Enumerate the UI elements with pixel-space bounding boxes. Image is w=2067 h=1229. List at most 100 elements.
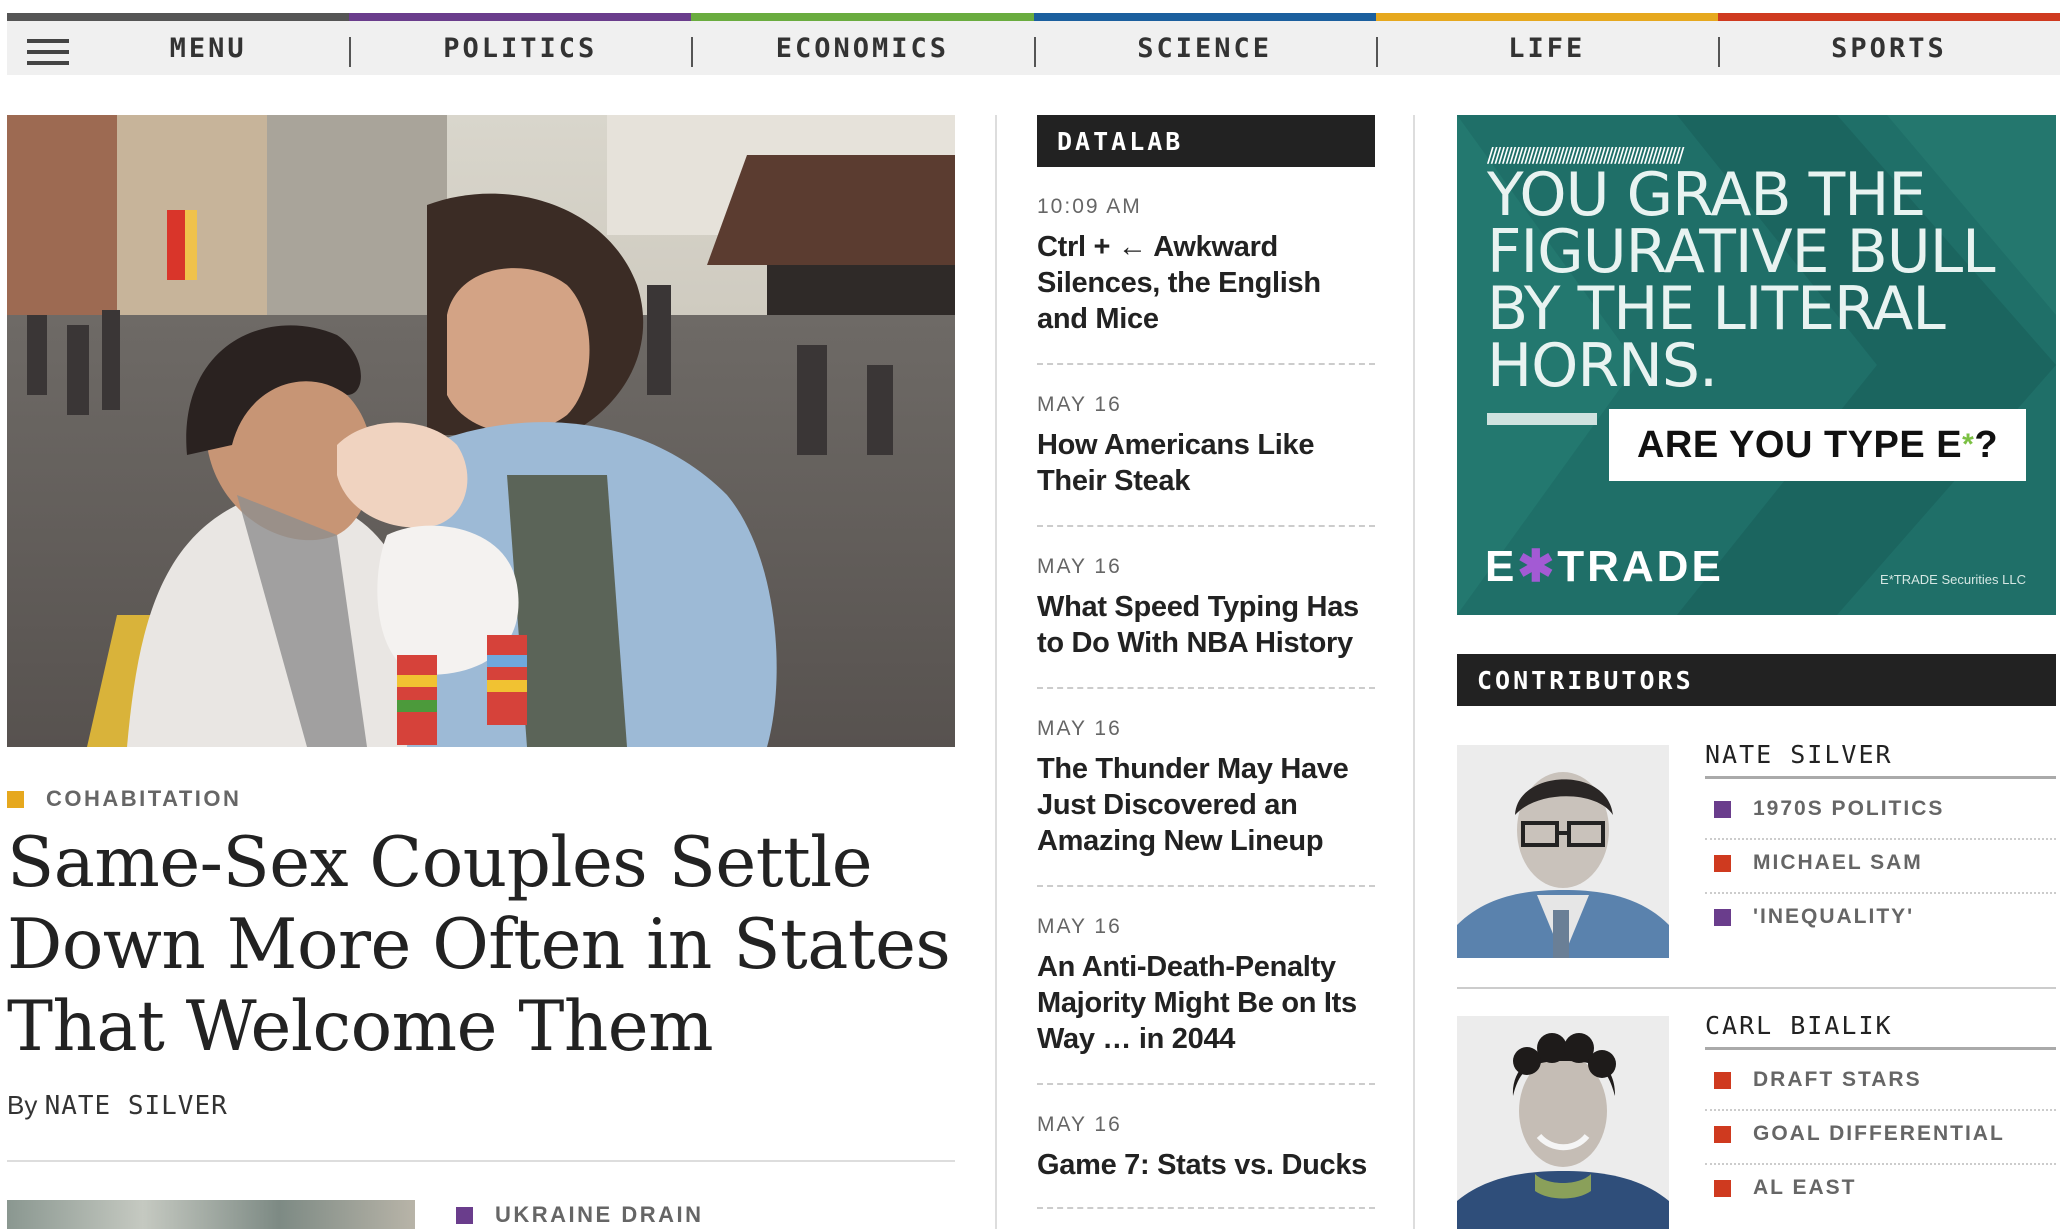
hero-photo[interactable]	[7, 115, 955, 747]
nav-menu[interactable]: MENU	[7, 13, 350, 75]
logo-x-icon: ✱	[1517, 542, 1558, 591]
portrait-nate-silver	[1457, 745, 1669, 958]
portrait-carl-bialik	[1457, 1016, 1669, 1229]
kicker-label: UKRAINE DRAIN	[495, 1202, 704, 1227]
etrade-ad[interactable]: ////////////////////////////////////////…	[1457, 115, 2056, 615]
nav-color-bar	[7, 13, 350, 21]
dashed-divider	[1037, 687, 1375, 689]
hamburger-icon[interactable]	[27, 39, 69, 67]
column-divider	[1413, 115, 1415, 1229]
dashed-divider	[1037, 885, 1375, 887]
logo-trade: TRADE	[1557, 542, 1724, 591]
story-time: 10:09 AM	[1037, 195, 1142, 218]
category-square	[1714, 1071, 1731, 1089]
kicker-label: COHABITATION	[46, 786, 242, 811]
category-square	[1714, 908, 1731, 926]
ad-headline: YOU GRAB THE FIGURATIVE BULL BY THE LITE…	[1487, 160, 1996, 401]
nav-label: POLITICS	[443, 32, 598, 64]
nav-politics[interactable]: POLITICS	[349, 13, 692, 75]
topic-label: 'INEQUALITY'	[1753, 905, 1915, 928]
dashed-divider	[1037, 525, 1375, 527]
category-square	[7, 790, 24, 808]
datalab-story[interactable]: MAY 16 An Anti-Death-Penalty Majority Mi…	[1037, 915, 1375, 1057]
nav-divider	[1033, 37, 1036, 67]
nav-economics[interactable]: ECONOMICS	[691, 13, 1034, 75]
story-headline[interactable]: Same-Sex Couples Settle Down More Often …	[7, 822, 957, 1068]
story-kicker[interactable]: COHABITATION	[7, 786, 241, 812]
nav-label: LIFE	[1508, 32, 1586, 64]
avatar[interactable]	[1457, 745, 1669, 958]
ad-cta-button[interactable]: ARE YOU TYPE E *?	[1609, 409, 2026, 481]
dashed-divider	[1037, 1083, 1375, 1085]
next-story-thumbnail[interactable]	[7, 1200, 415, 1229]
category-square	[1714, 800, 1731, 818]
story-time: MAY 16	[1037, 1113, 1122, 1136]
nav-science[interactable]: SCIENCE	[1033, 13, 1376, 75]
datalab-label[interactable]: DATALAB	[1037, 115, 1375, 167]
story-title[interactable]: What Speed Typing Has to Do With NBA His…	[1037, 589, 1375, 661]
name-underline	[1705, 776, 2056, 779]
nav-divider	[349, 37, 352, 67]
contributor-topic[interactable]: MICHAEL SAM	[1714, 851, 1923, 875]
datalab-story[interactable]: 10:09 AM Ctrl + ← Awkward Silences, the …	[1037, 195, 1375, 337]
nav-divider	[1717, 37, 1720, 67]
category-square	[1714, 1179, 1731, 1197]
contributor-topic[interactable]: DRAFT STARS	[1714, 1068, 1922, 1092]
contributor-topic[interactable]: 'INEQUALITY'	[1714, 905, 1914, 929]
dotted-divider	[1705, 1163, 2056, 1165]
story-title[interactable]: The Thunder May Have Just Discovered an …	[1037, 751, 1375, 859]
story-title[interactable]: An Anti-Death-Penalty Majority Might Be …	[1037, 949, 1375, 1057]
story-time: MAY 16	[1037, 915, 1122, 938]
category-square	[1714, 854, 1731, 872]
byline-prefix: By	[7, 1090, 38, 1120]
topic-label: AL EAST	[1753, 1176, 1857, 1199]
logo-e: E	[1485, 542, 1518, 591]
nav-color-bar	[1375, 13, 1718, 21]
divider	[1457, 987, 2056, 989]
avatar[interactable]	[1457, 1016, 1669, 1229]
topic-label: MICHAEL SAM	[1753, 851, 1923, 874]
divider	[7, 1160, 955, 1162]
story-title[interactable]: Game 7: Stats vs. Ducks	[1037, 1147, 1375, 1183]
story-title[interactable]: How Americans Like Their Steak	[1037, 427, 1375, 499]
dashed-divider	[1037, 1207, 1375, 1209]
hero-photo-art	[7, 115, 955, 747]
contributors-label[interactable]: CONTRIBUTORS	[1457, 654, 2056, 706]
column-divider	[995, 115, 997, 1229]
datalab-story[interactable]: MAY 16 Game 7: Stats vs. Ducks	[1037, 1113, 1375, 1183]
section-nav: MENU POLITICS ECONOMICS SCIENCE LIFE SPO…	[7, 13, 2061, 75]
topic-label: DRAFT STARS	[1753, 1068, 1922, 1091]
contributor-topic[interactable]: AL EAST	[1714, 1176, 1856, 1200]
nav-color-bar	[1033, 13, 1376, 21]
nav-label: SPORTS	[1831, 32, 1947, 64]
dotted-divider	[1705, 1109, 2056, 1111]
datalab-story[interactable]: MAY 16 The Thunder May Have Just Discove…	[1037, 717, 1375, 859]
category-square	[1714, 1125, 1731, 1143]
cta-star: *	[1962, 428, 1975, 461]
nav-life[interactable]: LIFE	[1375, 13, 1718, 75]
story-title[interactable]: Ctrl + ← Awkward Silences, the English a…	[1037, 229, 1375, 337]
story-time: MAY 16	[1037, 717, 1122, 740]
name-underline	[1705, 1047, 2056, 1050]
nav-divider	[691, 37, 694, 67]
contributor-name[interactable]: CARL BIALIK	[1705, 1011, 1893, 1040]
contributor-name[interactable]: NATE SILVER	[1705, 740, 1893, 769]
nav-color-bar	[1717, 13, 2061, 21]
topic-label: 1970S POLITICS	[1753, 797, 1945, 820]
next-story-kicker[interactable]: UKRAINE DRAIN	[456, 1202, 704, 1228]
nav-divider	[1375, 37, 1378, 67]
ad-accent-bar	[1487, 413, 1597, 425]
story-time: MAY 16	[1037, 393, 1122, 416]
etrade-logo: E✱TRADE	[1485, 541, 1724, 592]
contributor-topic[interactable]: GOAL DIFFERENTIAL	[1714, 1122, 2005, 1146]
contributor-topic[interactable]: 1970S POLITICS	[1714, 797, 1944, 821]
story-time: MAY 16	[1037, 555, 1122, 578]
nav-color-bar	[349, 13, 692, 21]
nav-sports[interactable]: SPORTS	[1717, 13, 2061, 75]
nav-label: MENU	[169, 32, 247, 64]
topic-label: GOAL DIFFERENTIAL	[1753, 1122, 2005, 1145]
byline-author[interactable]: NATE SILVER	[45, 1091, 228, 1121]
ad-legal: E*TRADE Securities LLC	[1880, 572, 2026, 587]
datalab-story[interactable]: MAY 16 What Speed Typing Has to Do With …	[1037, 555, 1375, 661]
datalab-story[interactable]: MAY 16 How Americans Like Their Steak	[1037, 393, 1375, 499]
